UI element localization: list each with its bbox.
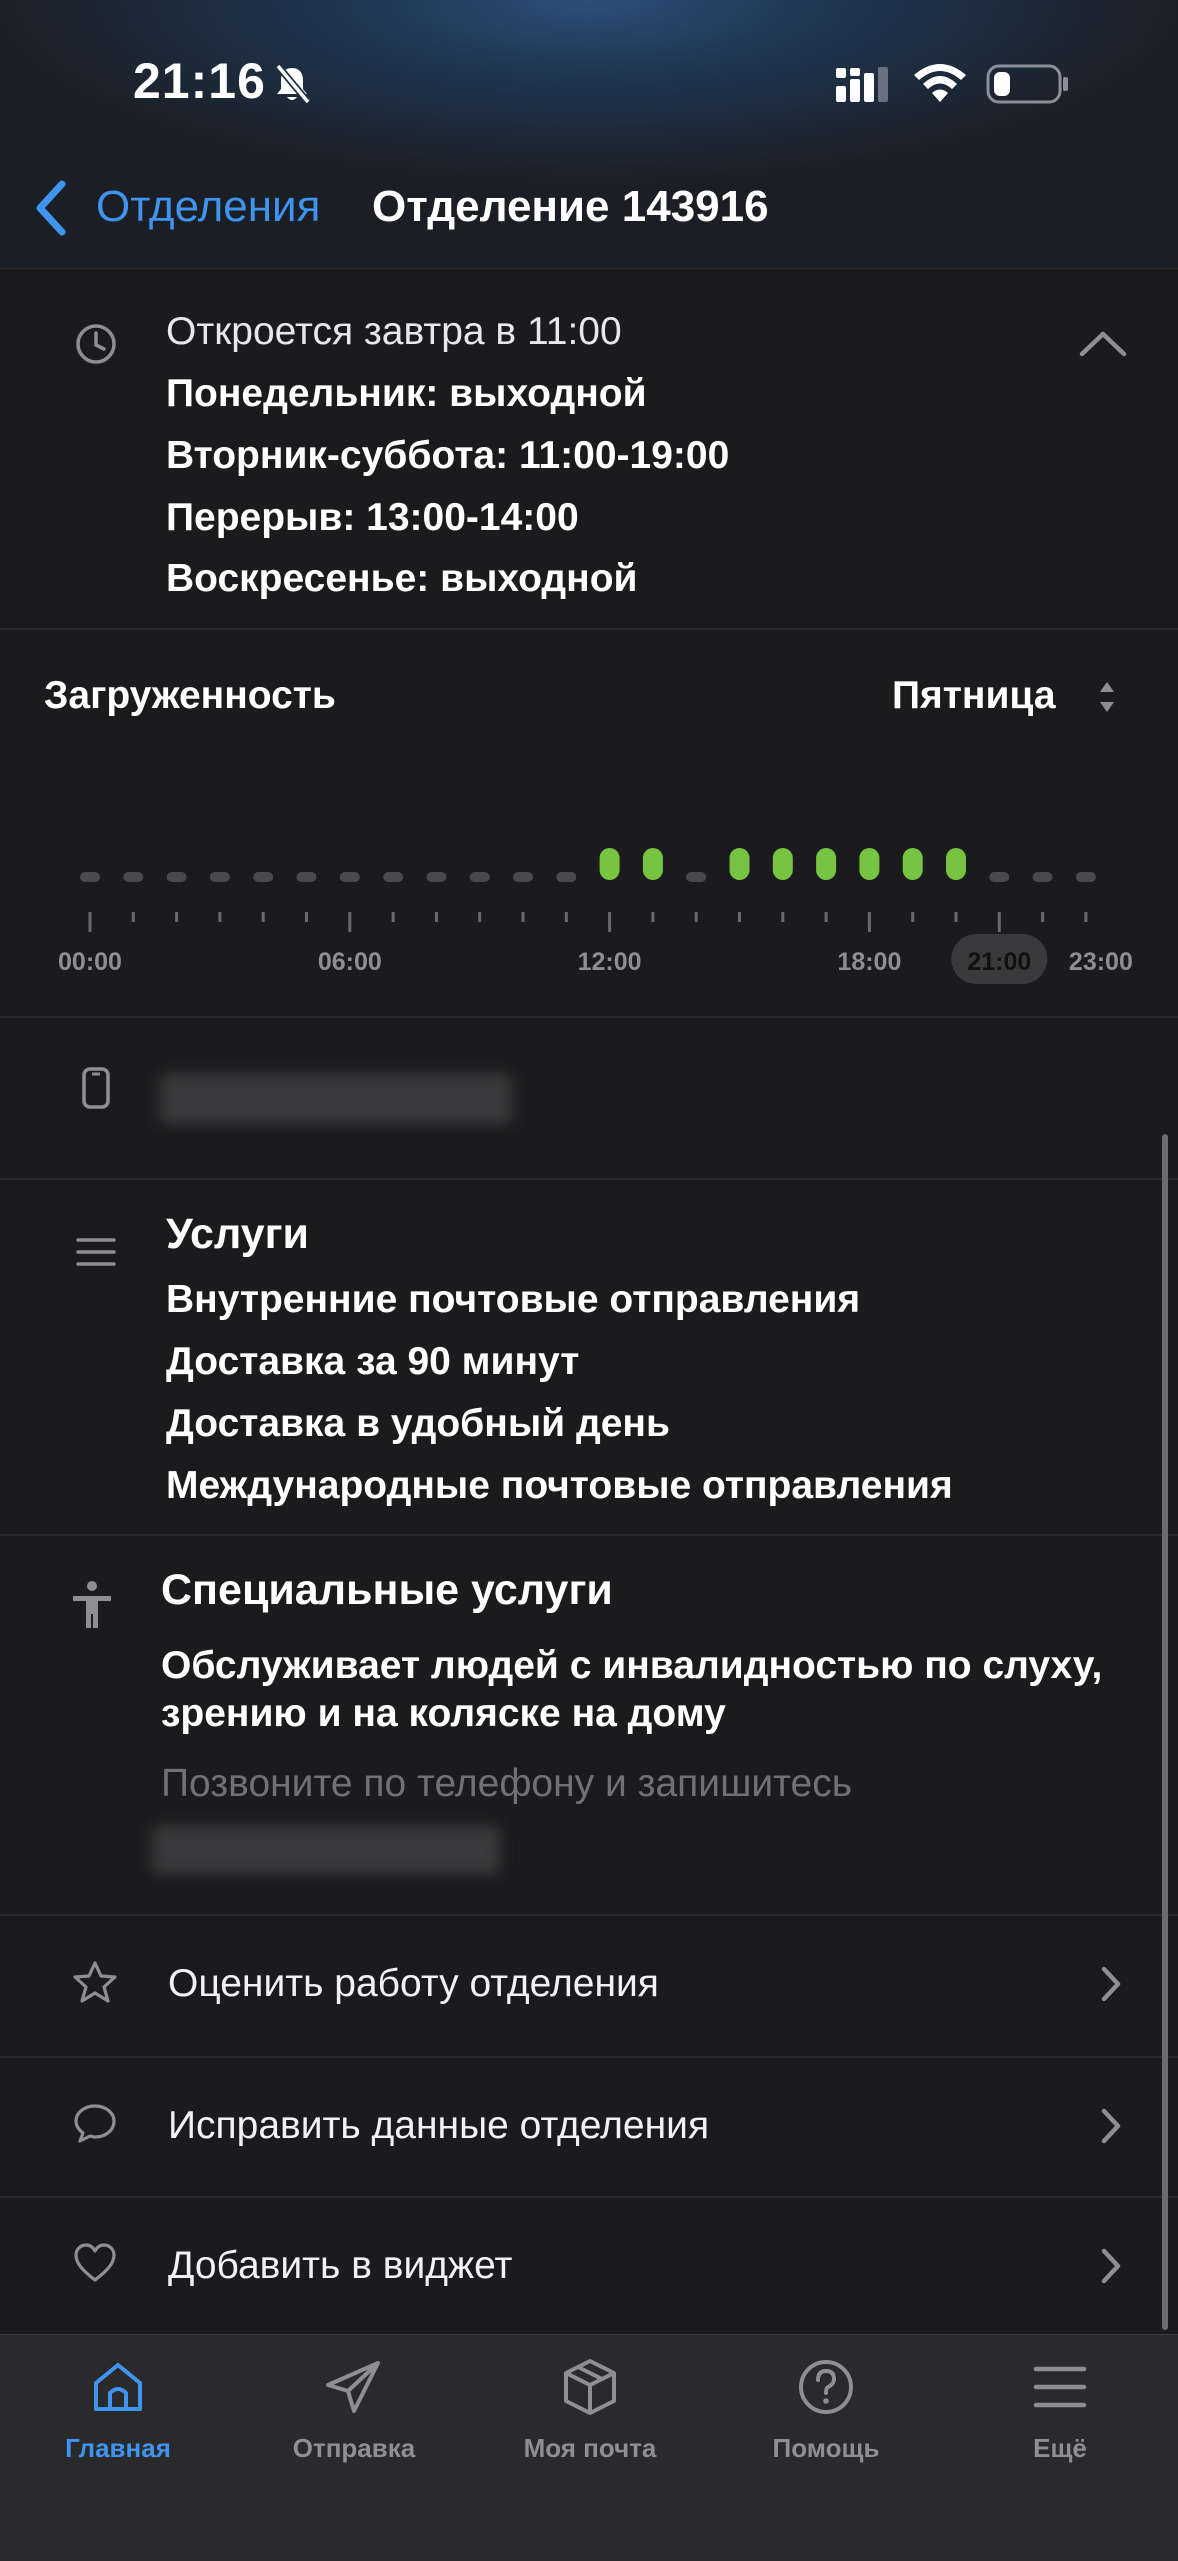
tab-send[interactable]: Отправка [236, 2335, 472, 2535]
back-button[interactable]: Отделения [96, 182, 320, 232]
load-bar [556, 872, 577, 882]
page-title: Отделение 143916 [372, 182, 769, 231]
load-bar [859, 848, 880, 880]
add-to-widget-row[interactable]: Добавить в виджет [0, 2198, 1178, 2336]
divider [0, 1534, 1178, 1536]
menu-icon [1033, 2366, 1087, 2408]
phone-icon [82, 1067, 110, 1109]
chevron-right-icon [1101, 2108, 1121, 2144]
silent-bell-icon [275, 63, 311, 105]
tab-label: Помощь [772, 2433, 880, 2463]
load-bar [1032, 872, 1053, 882]
updown-chevron-icon[interactable] [1098, 680, 1116, 714]
hours-line: Вторник-суббота: 11:00-19:00 [166, 434, 730, 477]
load-bar [513, 872, 533, 882]
tab-label: Отправка [292, 2433, 416, 2463]
load-bar [599, 848, 620, 880]
load-chart: 00:00 06:00 12:00 18:00 21:00 23:00 [58, 848, 1133, 984]
paper-plane-icon [326, 2361, 380, 2413]
load-bar [946, 848, 966, 880]
load-bar [642, 848, 663, 880]
hours-line: Понедельник: выходной [166, 372, 647, 415]
hours-line: Воскресенье: выходной [166, 557, 638, 600]
divider [0, 1178, 1178, 1180]
tick-label: 00:00 [58, 948, 122, 976]
tick-label: 06:00 [318, 948, 382, 976]
phone-number-redacted[interactable] [152, 1826, 500, 1874]
special-services-title: Специальные услуги [161, 1566, 613, 1614]
accessibility-icon [73, 1581, 111, 1628]
load-bar [772, 848, 793, 880]
load-bar [902, 848, 923, 880]
hours-line: Перерыв: 13:00-14:00 [166, 496, 579, 539]
load-bar [729, 848, 750, 880]
header: 21:16 Отделения Отделение 143916 [0, 0, 1178, 269]
edit-office-data-label: Исправить данные отделения [168, 2104, 710, 2147]
load-bar [296, 872, 317, 882]
tab-help[interactable]: Помощь [708, 2335, 944, 2535]
load-bar [209, 872, 230, 882]
special-services-description: Обслуживает людей с инвалидностью по слу… [161, 1644, 1103, 1735]
load-bar [989, 872, 1010, 882]
status-time: 21:16 [133, 53, 266, 109]
tick-label: 21:00 [967, 948, 1031, 976]
divider [0, 1016, 1178, 1018]
special-services-hint: Позвоните по телефону и запишитесь [161, 1762, 853, 1805]
tick-label: 12:00 [578, 948, 642, 976]
battery-icon [986, 64, 1068, 104]
clock-icon [76, 324, 116, 364]
home-icon [94, 2363, 142, 2411]
load-bar [469, 872, 490, 882]
phone-number-redacted[interactable] [160, 1074, 512, 1124]
chat-bubble-icon [74, 2104, 116, 2143]
divider [0, 628, 1178, 630]
tab-bar: Главная Отправка Моя почта Помощь Ещё [0, 2334, 1178, 2561]
chevron-right-icon [1101, 1966, 1121, 2002]
load-bar [816, 848, 837, 880]
load-bar [253, 872, 274, 882]
service-item: Международные почтовые отправления [166, 1464, 953, 1507]
back-chevron-icon[interactable] [30, 178, 72, 238]
load-title: Загруженность [44, 674, 336, 717]
tab-label: Ещё [1033, 2433, 1087, 2463]
service-item: Доставка за 90 минут [166, 1340, 580, 1383]
tab-more[interactable]: Ещё [942, 2335, 1178, 2535]
chevron-right-icon [1101, 2248, 1121, 2284]
help-icon [799, 2360, 853, 2414]
collapse-chevron-icon[interactable] [1078, 328, 1128, 358]
list-icon [76, 1238, 116, 1266]
scrollbar[interactable] [1162, 1134, 1168, 2330]
day-select[interactable]: Пятница [892, 674, 1056, 718]
load-bar [166, 872, 187, 882]
load-bar [80, 872, 100, 882]
rate-office-row[interactable]: Оценить работу отделения [0, 1916, 1178, 2054]
load-bar [123, 872, 144, 882]
load-bar [383, 872, 404, 882]
opening-status: Откроется завтра в 11:00 [166, 310, 622, 353]
wifi-icon [914, 64, 966, 102]
rate-office-label: Оценить работу отделения [168, 1962, 659, 2005]
tab-label: Главная [65, 2433, 171, 2463]
tab-my-mail[interactable]: Моя почта [472, 2335, 708, 2535]
heart-icon [74, 2243, 116, 2282]
load-bar [339, 872, 360, 882]
service-item: Внутренние почтовые отправления [166, 1278, 861, 1321]
load-bar [1075, 872, 1096, 882]
service-item: Доставка в удобный день [166, 1402, 670, 1445]
box-icon [564, 2359, 616, 2415]
services-title: Услуги [166, 1210, 309, 1258]
tick-label: 23:00 [1069, 948, 1133, 976]
tab-home[interactable]: Главная [0, 2335, 236, 2535]
cellular-signal-icon [836, 67, 888, 102]
edit-office-data-row[interactable]: Исправить данные отделения [0, 2058, 1178, 2196]
add-to-widget-label: Добавить в виджет [168, 2244, 513, 2287]
tick-label: 18:00 [837, 948, 901, 976]
load-bar [426, 872, 447, 882]
star-icon [73, 1961, 117, 2003]
tab-label: Моя почта [523, 2433, 657, 2463]
load-bar [686, 872, 707, 882]
